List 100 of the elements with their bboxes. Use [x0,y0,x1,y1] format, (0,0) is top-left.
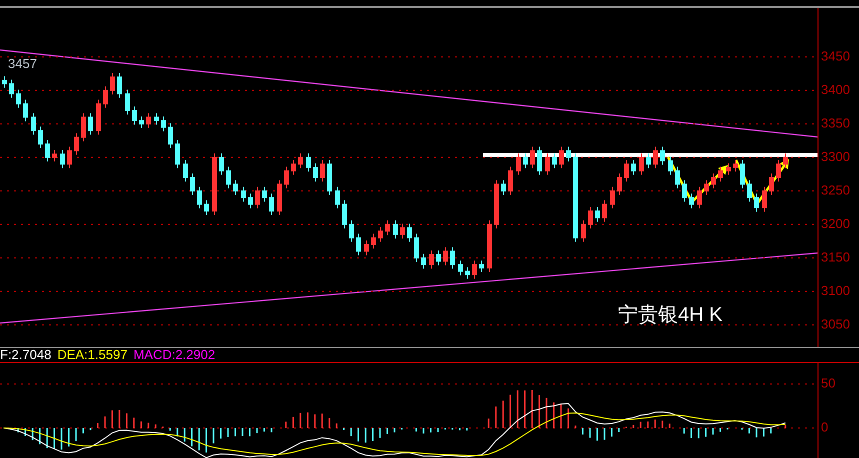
candlestick [501,180,506,196]
candlestick [110,72,115,95]
candlestick [537,146,542,176]
candlestick [349,220,354,242]
chart-title: 宁贵银4H K [618,304,722,326]
candlestick [175,140,180,169]
candlestick [530,146,535,169]
axis-label: 3100 [821,282,850,298]
candlestick [617,173,622,196]
candlestick [2,76,7,88]
legend-label: DEA:1.5597 [57,348,128,362]
candlestick [335,186,340,209]
candlestick [320,160,325,182]
candlestick [624,160,629,182]
candlestick [241,186,246,202]
candlestick [233,180,238,196]
candlestick [508,166,513,196]
axis-label: 3350 [821,115,850,130]
candlestick [602,200,607,222]
candlestick [639,152,644,176]
candlestick [740,160,745,189]
candlestick [458,260,463,276]
candlestick [183,160,188,182]
axis-label: 3150 [821,249,850,264]
candlestick [67,146,72,169]
axis-label: 3250 [821,182,850,198]
axis-label: 0 [821,419,828,434]
candlestick [23,99,28,122]
candlestick [378,226,383,242]
candlestick [132,106,137,126]
candlestick [545,152,550,176]
candlestick [342,200,347,229]
candlestick [60,150,65,169]
candlestick [704,180,709,196]
axis-label: 3300 [821,148,850,164]
candlestick [125,89,130,115]
axis-label: 3450 [821,48,850,64]
legend-label: F:2.7048 [0,348,52,362]
candlestick [327,160,332,196]
candlestick [436,250,441,266]
candlestick [88,112,93,136]
arrow [666,156,728,204]
candlestick [262,186,267,202]
candlestick [212,152,217,216]
candlestick [161,116,166,132]
candlestick [255,186,260,209]
candlestick [306,152,311,172]
candlestick [226,166,231,189]
candlestick [313,162,318,182]
candlestick [733,160,738,172]
candlestick [219,152,224,176]
legend-label: MACD:2.2902 [133,348,216,362]
axis-label: 3200 [821,216,850,231]
candlestick [566,146,571,162]
candlestick [117,72,122,98]
candlestick [769,173,774,196]
candlestick [356,233,361,256]
candlestick [783,152,788,169]
candlestick [421,253,426,270]
candlestick [38,126,43,148]
candlestick [190,173,195,196]
candlestick [747,180,752,202]
candlestick [291,160,296,176]
candlestick [668,156,673,176]
candlestick [81,112,86,142]
candlestick [168,122,173,148]
candlestick [682,180,687,202]
candlestick [284,166,289,189]
candlestick [754,193,759,212]
candlestick [16,89,21,108]
candlestick [631,160,636,176]
candlestick [269,193,274,216]
candlestick [646,152,651,169]
candlestick [364,240,369,256]
candlestick [581,220,586,242]
candlestick [139,116,144,128]
candlestick [595,206,600,222]
candlestick [660,146,665,166]
candlestick [248,193,253,209]
candlestick [588,206,593,229]
candlestick [74,132,79,156]
candlestick [711,173,716,189]
candlestick [697,186,702,209]
candlestick [653,146,658,169]
candlestick [197,186,202,209]
candlestick [31,112,36,136]
candlestick [443,246,448,266]
candlestick [45,140,50,162]
candlestick [52,150,57,162]
candlestick [718,166,723,182]
candlestick [472,260,477,280]
candlestick [385,220,390,236]
candlestick [487,220,492,272]
axis-label: 50 [821,375,836,390]
candlestick [371,233,376,249]
candlestick [479,260,484,272]
candlestick [552,152,557,169]
candlestick [400,223,405,239]
candlestick [762,186,767,212]
candlestick [689,193,694,209]
